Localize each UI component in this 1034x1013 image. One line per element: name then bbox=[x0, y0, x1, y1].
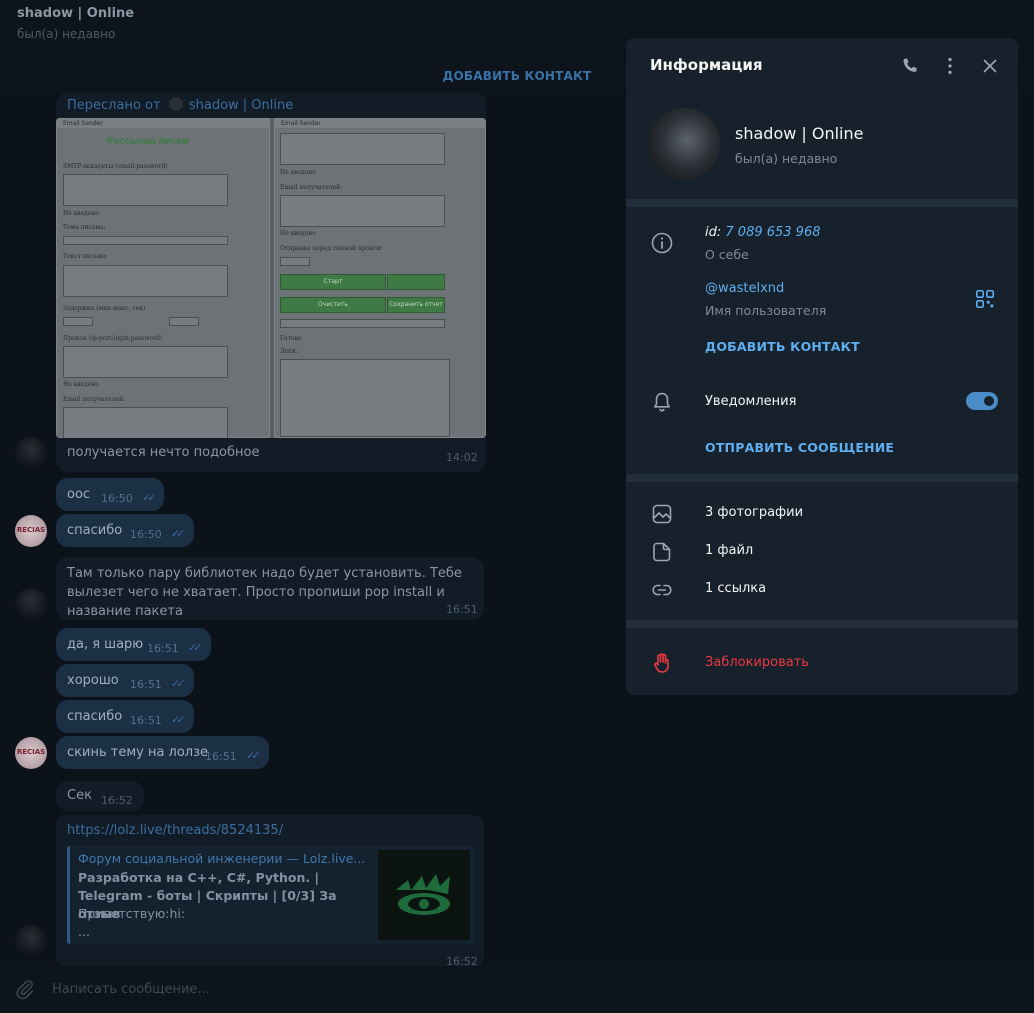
notifications-label: Уведомления bbox=[705, 394, 797, 409]
info-panel: Информация shadow | Online был(а) недавн… bbox=[626, 38, 1018, 695]
chat-title[interactable]: shadow | Online bbox=[17, 6, 134, 21]
preview-description: Приветствую:hi: ... bbox=[78, 906, 186, 939]
preview-thumbnail bbox=[378, 850, 470, 940]
divider bbox=[626, 620, 1018, 628]
read-checks-icon: ✓✓ bbox=[246, 749, 261, 762]
close-icon[interactable] bbox=[979, 55, 1001, 77]
phone-icon[interactable] bbox=[899, 55, 921, 77]
user-id[interactable]: id: 7 089 653 968 bbox=[705, 225, 821, 240]
profile-avatar[interactable] bbox=[648, 108, 720, 180]
message-bubble: спасибо 16:51 ✓✓ bbox=[56, 700, 194, 733]
message-bubble: Там только пару библиотек надо будет уст… bbox=[56, 557, 484, 620]
profile-name: shadow | Online bbox=[735, 124, 864, 143]
profile-status: был(а) недавно bbox=[735, 151, 838, 166]
chat-status: был(а) недавно bbox=[17, 27, 116, 41]
message-bubble: спасибо 16:50 ✓✓ bbox=[56, 514, 194, 547]
message-bubble: скинь тему на лолзе 16:51 ✓✓ bbox=[56, 736, 269, 769]
avatar[interactable]: RECIAS bbox=[15, 737, 47, 769]
shared-photos[interactable]: 3 фотографии bbox=[705, 505, 803, 520]
shared-files[interactable]: 1 файл bbox=[705, 543, 753, 558]
forwarded-from: shadow | Online bbox=[188, 98, 294, 113]
bell-icon bbox=[654, 392, 670, 412]
block-hand-icon bbox=[654, 653, 669, 673]
avatar[interactable] bbox=[15, 588, 47, 620]
message-composer bbox=[0, 966, 1034, 1013]
message-bubble: да, я шарю 16:51 ✓✓ bbox=[56, 628, 211, 661]
add-contact-button[interactable]: ДОБАВИТЬ КОНТАКТ bbox=[705, 339, 860, 354]
shared-links[interactable]: 1 ссылка bbox=[705, 581, 766, 596]
avatar[interactable] bbox=[15, 925, 47, 957]
notifications-toggle[interactable] bbox=[966, 392, 998, 410]
app-window-left: Email Sender Рассылка писем SMTP-аккаунт… bbox=[56, 118, 270, 438]
preview-site: Форум социальной инженерии — Lolz.live..… bbox=[78, 851, 366, 866]
window-titlebar: Email Sender bbox=[57, 119, 269, 128]
forwarded-label[interactable]: Переслано от shadow | Online bbox=[67, 97, 293, 113]
divider bbox=[626, 474, 1018, 482]
divider bbox=[626, 199, 1018, 207]
send-message-button[interactable]: ОТПРАВИТЬ СООБЩЕНИЕ bbox=[705, 440, 894, 455]
info-icon bbox=[651, 232, 673, 254]
block-user-button[interactable]: Заблокировать bbox=[705, 655, 809, 670]
read-checks-icon: ✓✓ bbox=[188, 641, 203, 654]
read-checks-icon: ✓✓ bbox=[171, 713, 186, 726]
about-label: О себе bbox=[705, 247, 749, 262]
panel-title: Информация bbox=[650, 56, 763, 74]
username[interactable]: @wastelxnd bbox=[705, 281, 784, 296]
read-checks-icon: ✓✓ bbox=[142, 491, 157, 504]
avatar[interactable] bbox=[15, 437, 47, 469]
more-vertical-icon[interactable] bbox=[939, 55, 961, 77]
forwarded-avatar bbox=[168, 97, 183, 111]
message-bubble: оос 16:50 ✓✓ bbox=[56, 478, 164, 511]
avatar[interactable]: RECIAS bbox=[15, 515, 47, 547]
file-icon bbox=[653, 542, 671, 562]
message-text: получается нечто подобное bbox=[67, 445, 260, 460]
username-label: Имя пользователя bbox=[705, 303, 827, 318]
app-heading: Рассылка писем bbox=[107, 136, 190, 147]
app-window-right: Email Sender Не введено Email получателе… bbox=[274, 118, 486, 438]
photo-icon bbox=[652, 504, 672, 524]
read-checks-icon: ✓✓ bbox=[171, 677, 186, 690]
read-checks-icon: ✓✓ bbox=[171, 527, 186, 540]
message-link[interactable]: https://lolz.live/threads/8524135/ bbox=[67, 823, 283, 838]
qr-code-icon[interactable] bbox=[974, 288, 996, 310]
link-message: https://lolz.live/threads/8524135/ Форум… bbox=[56, 815, 484, 968]
forwarded-image[interactable]: Email Sender Рассылка писем SMTP-аккаунт… bbox=[56, 118, 486, 438]
link-preview[interactable]: Форум социальной инженерии — Lolz.live..… bbox=[67, 846, 475, 944]
message-input[interactable] bbox=[52, 978, 552, 1000]
message-bubble: Сек 16:52 bbox=[56, 781, 144, 811]
message-bubble: хорошо 16:51 ✓✓ bbox=[56, 664, 194, 697]
link-icon bbox=[652, 584, 672, 596]
attach-icon[interactable] bbox=[14, 978, 36, 1000]
